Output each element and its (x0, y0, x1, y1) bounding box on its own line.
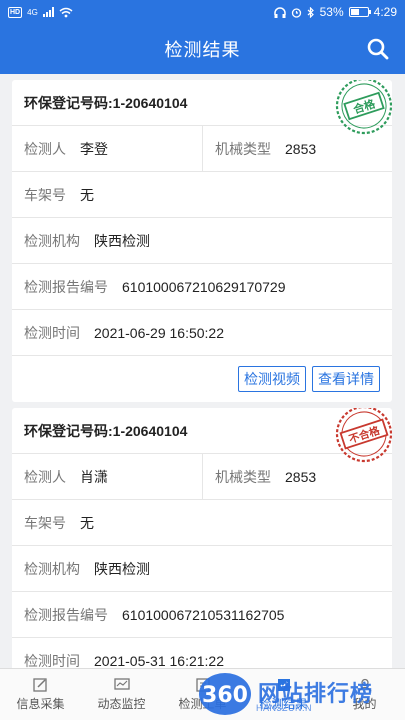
nav-label: 动态监控 (97, 696, 146, 711)
wifi-icon (59, 7, 73, 17)
inspector-label: 检测人 (24, 468, 66, 485)
frame-value: 无 (80, 514, 94, 531)
battery-percent: 53% (319, 5, 344, 19)
report-number-value: 610100067210629170729 (122, 278, 286, 295)
frame-label: 车架号 (24, 514, 66, 531)
fail-stamp-icon: 不合格 (335, 408, 392, 463)
nav-label: 我的 (352, 696, 377, 711)
pass-stamp-icon: 合格 (335, 80, 392, 135)
report-number-value: 610100067210531162705 (122, 606, 285, 623)
inspector-value: 李登 (80, 140, 108, 157)
signal-icon (42, 7, 54, 17)
person-icon (358, 678, 371, 691)
app-header: 检测结果 (0, 24, 405, 74)
card-actions: 检测视频 查看详情 (12, 356, 392, 402)
alarm-icon (291, 7, 301, 18)
result-list[interactable]: 环保登记号码:1-20640104 检测人 李登 机械类型 2853 车架号无 检测… (0, 74, 405, 668)
edit-icon (32, 677, 47, 692)
nav-mine[interactable]: 我的 (324, 669, 405, 720)
nav-work-orders[interactable]: 检测工单 (162, 669, 243, 720)
battery-icon (348, 7, 371, 17)
bottom-nav: 信息采集 动态监控 检测工单 检测结果 我的 (0, 668, 405, 720)
nav-info-collection[interactable]: 信息采集 (0, 669, 81, 720)
agency-label: 检测机构 (24, 560, 80, 577)
status-bar: HD 4G 53% 4:29 (0, 0, 405, 24)
inspection-time-label: 检测时间 (24, 324, 80, 341)
result-icon (277, 678, 290, 691)
inspector-value: 肖潇 (80, 468, 108, 485)
frame-value: 无 (80, 186, 94, 203)
hd-icon: HD (8, 6, 23, 18)
nav-label: 信息采集 (16, 696, 65, 711)
agency-value: 陕西检测 (94, 232, 150, 249)
inspector-label: 检测人 (24, 140, 66, 157)
network-type: 4G (27, 7, 38, 17)
nav-dynamic-monitoring[interactable]: 动态监控 (81, 669, 162, 720)
agency-label: 检测机构 (24, 232, 80, 249)
frame-label: 车架号 (24, 186, 66, 203)
search-icon[interactable] (365, 36, 391, 62)
report-number-label: 检测报告编号 (24, 606, 108, 623)
headphone-icon (273, 6, 286, 18)
clock: 4:29 (373, 5, 397, 19)
result-card[interactable]: 环保登记号码:1-20640104 检测人 肖潇 机械类型 2853 车架号无 检测… (12, 408, 392, 668)
machine-type-value: 2853 (285, 468, 317, 485)
machine-type-label: 机械类型 (215, 468, 271, 485)
monitor-icon (113, 677, 130, 690)
page-title: 检测结果 (164, 40, 241, 60)
inspection-time-value: 2021-05-31 16:21:22 (94, 652, 224, 669)
agency-value: 陕西检测 (94, 560, 150, 577)
inspection-video-button[interactable]: 检测视频 (238, 366, 306, 392)
machine-type-label: 机械类型 (215, 140, 271, 157)
bluetooth-icon (307, 6, 314, 18)
report-number-label: 检测报告编号 (24, 278, 108, 295)
clipboard-icon (195, 677, 210, 692)
inspection-time-label: 检测时间 (24, 652, 80, 669)
nav-label: 检测结果 (259, 696, 308, 711)
view-details-button[interactable]: 查看详情 (312, 366, 380, 392)
machine-type-value: 2853 (285, 140, 317, 157)
result-card[interactable]: 环保登记号码:1-20640104 检测人 李登 机械类型 2853 车架号无 检测… (12, 80, 392, 402)
nav-label: 检测工单 (178, 696, 227, 711)
nav-results[interactable]: 检测结果 (243, 669, 324, 720)
inspection-time-value: 2021-06-29 16:50:22 (94, 324, 224, 341)
